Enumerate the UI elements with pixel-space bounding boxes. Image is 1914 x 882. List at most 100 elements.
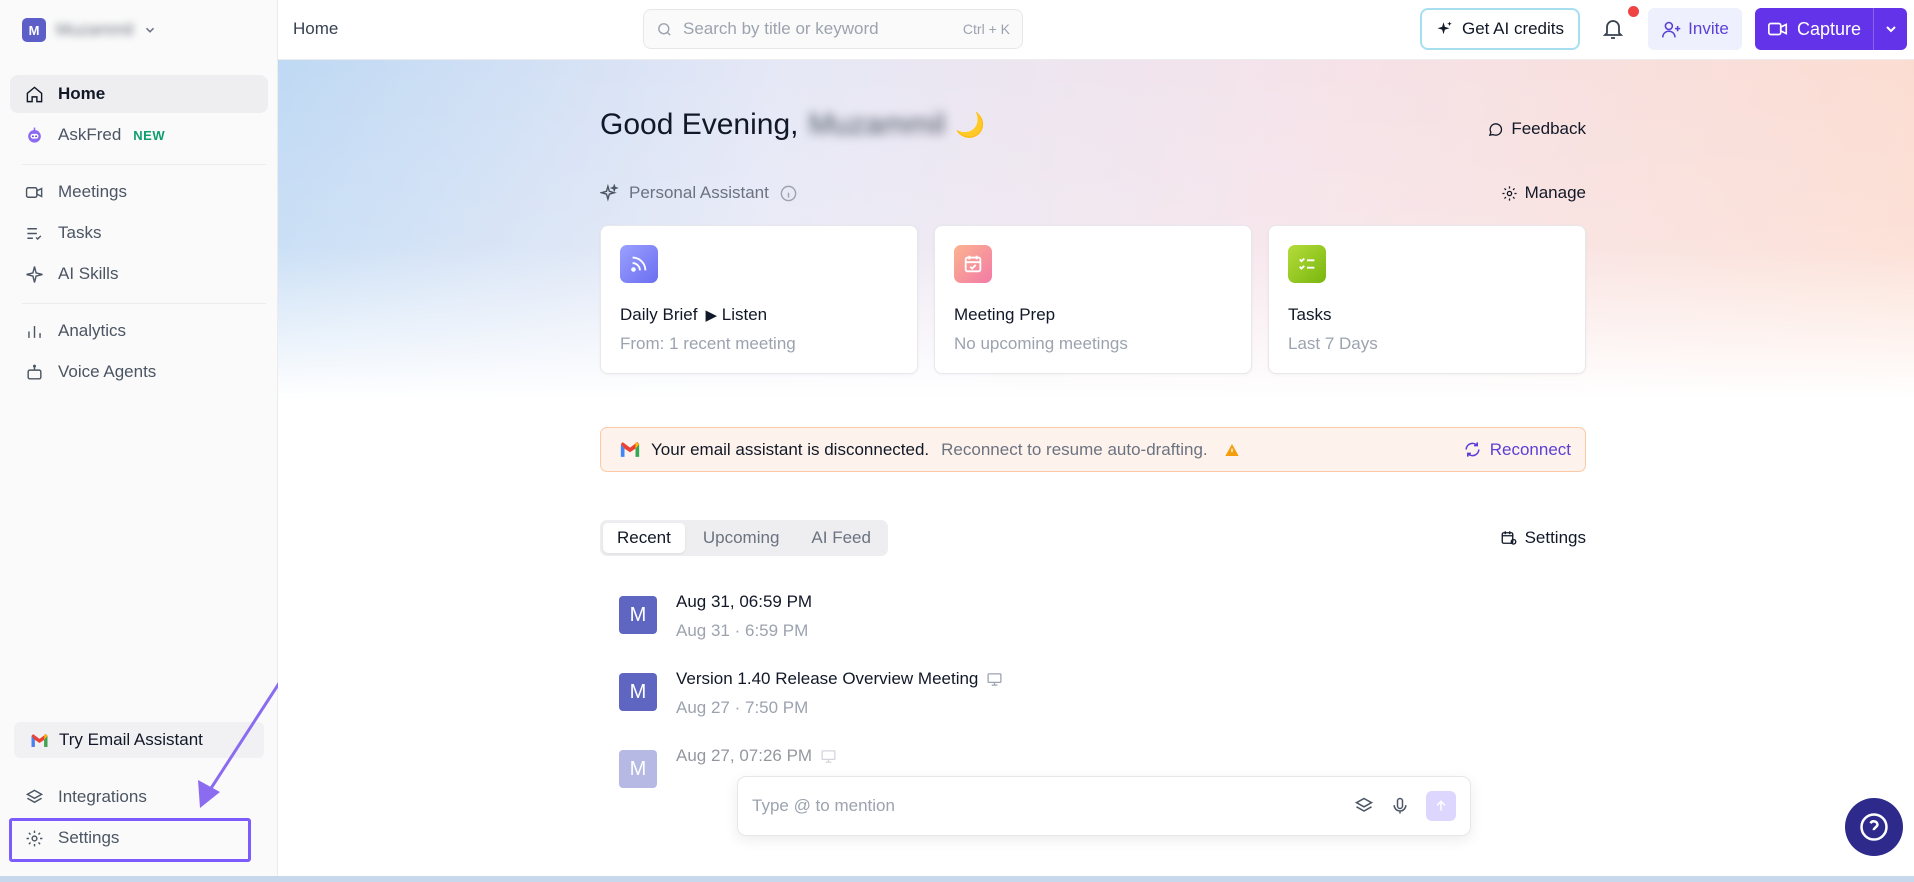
- gear-icon: [26, 830, 43, 846]
- meeting-title: Version 1.40 Release Overview Meeting: [676, 669, 1003, 689]
- chevron-down-icon: [146, 27, 155, 33]
- gmail-icon: [31, 733, 48, 747]
- banner-text: Reconnect to resume auto-drafting.: [941, 439, 1208, 459]
- search-shortcut: Ctrl + K: [962, 21, 1010, 37]
- sidebar-item-label: Settings: [58, 828, 120, 847]
- sidebar-item-label: Tasks: [58, 223, 102, 242]
- workspace-avatar: M: [22, 18, 46, 42]
- gear-icon: [1501, 185, 1517, 201]
- meeting-prep-card[interactable]: Meeting Prep No upcoming meetings: [934, 225, 1252, 374]
- email-disconnected-banner: Your email assistant is disconnected. Re…: [600, 427, 1586, 472]
- reconnect-label: Reconnect: [1489, 439, 1571, 459]
- feedback-label: Feedback: [1511, 119, 1586, 138]
- sidebar-item-label: Home: [58, 84, 106, 103]
- sidebar-item-label: AskFred: [58, 125, 122, 144]
- info-icon[interactable]: [779, 184, 798, 203]
- sidebar-item-analytics[interactable]: Analytics: [10, 312, 268, 350]
- tab-ai-feed[interactable]: AI Feed: [797, 523, 885, 553]
- get-ai-credits-button[interactable]: Get AI credits: [1420, 8, 1580, 50]
- bell-icon[interactable]: [1601, 16, 1625, 42]
- sidebar-item-ai-skills[interactable]: AI Skills: [10, 255, 268, 293]
- sparkle-icon: [26, 265, 43, 283]
- invite-label: Invite: [1688, 19, 1729, 38]
- list-settings-label: Settings: [1524, 528, 1586, 547]
- play-icon: ▶: [705, 307, 718, 324]
- listen-label: Listen: [721, 305, 768, 324]
- capture-main[interactable]: Capture: [1755, 18, 1873, 40]
- capture-button[interactable]: Capture: [1755, 8, 1907, 50]
- monitor-icon: [821, 749, 836, 763]
- search-box[interactable]: Ctrl + K: [643, 9, 1023, 49]
- video-icon: [25, 186, 43, 198]
- avatar: M: [619, 673, 657, 711]
- breadcrumb: Home: [293, 19, 339, 38]
- avatar: M: [619, 750, 657, 788]
- reconnect-button[interactable]: Reconnect: [1463, 428, 1585, 471]
- card-title-text: Daily Brief: [620, 305, 698, 324]
- sidebar-item-home[interactable]: Home: [10, 75, 268, 113]
- listen-button[interactable]: ▶ Listen: [705, 305, 767, 325]
- divider: [22, 303, 266, 304]
- sidebar-item-label: AI Skills: [58, 264, 119, 283]
- meeting-list-settings-button[interactable]: Settings: [1500, 528, 1586, 548]
- daily-brief-card[interactable]: Daily Brief ▶ Listen From: 1 recent meet…: [600, 225, 918, 374]
- gmail-icon: [620, 442, 640, 457]
- feedback-button[interactable]: Feedback: [1487, 119, 1586, 139]
- credits-label: Get AI credits: [1461, 19, 1565, 38]
- moon-icon: 🌙: [955, 111, 986, 139]
- help-button[interactable]: [1845, 798, 1903, 856]
- manage-label: Manage: [1524, 183, 1586, 202]
- tab-upcoming[interactable]: Upcoming: [689, 523, 794, 553]
- meeting-title-text: Version 1.40 Release Overview Meeting: [676, 669, 979, 688]
- sidebar-item-meetings[interactable]: Meetings: [10, 173, 268, 211]
- send-button[interactable]: [1426, 791, 1456, 821]
- greeting-text: Good Evening,: [600, 108, 799, 141]
- mention-input[interactable]: [752, 796, 1338, 816]
- sidebar-item-askfred[interactable]: AskFred NEW: [10, 116, 268, 154]
- bar-chart-icon: [28, 325, 41, 338]
- manage-button[interactable]: Manage: [1501, 183, 1586, 203]
- workspace-name: Muzammil: [56, 20, 134, 39]
- sidebar-item-settings[interactable]: Settings: [10, 819, 268, 857]
- meeting-tabs: Recent Upcoming AI Feed: [600, 520, 888, 556]
- home-icon: [26, 85, 43, 102]
- card-title: Meeting Prep: [954, 305, 1056, 324]
- card-title: Tasks: [1288, 305, 1332, 324]
- meeting-title: Aug 31, 06:59 PM: [676, 592, 813, 611]
- topbar: Home Ctrl + K Get AI credits Invite Capt…: [278, 0, 1914, 60]
- meeting-time: Aug 31 · 6:59 PM: [676, 621, 809, 640]
- sparkle-icon: [1437, 21, 1452, 35]
- list-item[interactable]: M Version 1.40 Release Overview Meeting …: [619, 669, 1003, 718]
- chat-bubble-icon: [1489, 122, 1503, 136]
- calendar-check-icon: [954, 245, 992, 283]
- list-item[interactable]: M Aug 31, 06:59 PM Aug 31 · 6:59 PM: [619, 592, 812, 641]
- chevron-down-icon: [1885, 26, 1896, 33]
- microphone-icon[interactable]: [1390, 796, 1410, 816]
- workspace-switcher[interactable]: M Muzammil: [22, 18, 157, 42]
- search-input[interactable]: [683, 19, 953, 39]
- sparkle-icon: [600, 183, 619, 202]
- tasks-card[interactable]: Tasks Last 7 Days: [1268, 225, 1586, 374]
- question-icon: [1860, 813, 1888, 841]
- new-badge: NEW: [133, 127, 166, 143]
- avatar: M: [619, 596, 657, 634]
- refresh-icon: [1465, 442, 1480, 457]
- sidebar-item-voice-agents[interactable]: Voice Agents: [10, 353, 268, 391]
- layers-icon[interactable]: [1354, 796, 1374, 816]
- calendar-settings-icon: [1501, 531, 1516, 545]
- invite-button[interactable]: Invite: [1648, 8, 1742, 50]
- card-subtitle: From: 1 recent meeting: [620, 334, 796, 353]
- tab-recent[interactable]: Recent: [603, 523, 685, 553]
- sidebar-item-label: Voice Agents: [58, 362, 157, 381]
- capture-dropdown[interactable]: [1873, 8, 1907, 50]
- annotation-arrow-icon: [198, 669, 289, 808]
- try-email-label: Try Email Assistant: [59, 730, 203, 749]
- card-title: Daily Brief ▶ Listen: [620, 305, 767, 325]
- meeting-time: Aug 27 · 7:50 PM: [676, 698, 809, 717]
- sidebar-item-label: Integrations: [58, 787, 147, 806]
- page-title: Good Evening, Muzammil 🌙: [600, 108, 985, 142]
- banner-title: Your email assistant is disconnected.: [651, 439, 930, 459]
- sidebar-item-tasks[interactable]: Tasks: [10, 214, 268, 252]
- window-bottom-edge: [0, 876, 1914, 882]
- meeting-title: Aug 27, 07:26 PM: [676, 746, 837, 766]
